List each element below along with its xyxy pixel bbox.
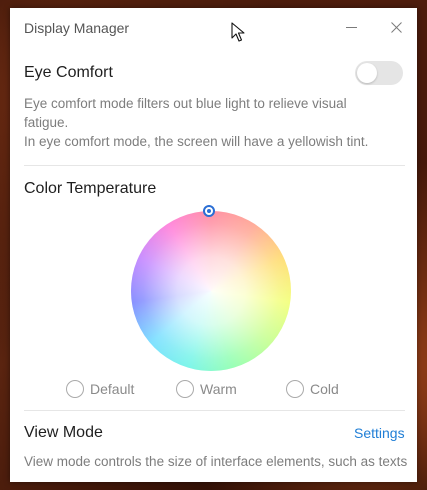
eye-comfort-header: Eye Comfort bbox=[24, 64, 405, 82]
radio-cold[interactable]: Cold bbox=[286, 380, 339, 398]
divider bbox=[24, 165, 405, 166]
view-mode-title: View Mode bbox=[24, 424, 103, 441]
color-temperature-header: Color Temperature bbox=[24, 180, 405, 198]
view-mode-header: View Mode bbox=[24, 424, 405, 442]
color-wheel-fade bbox=[131, 211, 291, 371]
radio-cold-label: Cold bbox=[310, 381, 339, 397]
color-temperature-title: Color Temperature bbox=[24, 180, 157, 197]
display-manager-window: Display Manager Eye Comfort Eye comfort … bbox=[10, 8, 417, 482]
close-icon bbox=[390, 21, 402, 33]
radio-warm[interactable]: Warm bbox=[176, 380, 237, 398]
radio-circle bbox=[66, 380, 84, 398]
window-title: Display Manager bbox=[24, 20, 130, 36]
view-mode-description-text: View mode controls the size of interface… bbox=[24, 454, 408, 469]
mouse-pointer-icon bbox=[231, 22, 245, 42]
radio-default-label: Default bbox=[90, 381, 135, 397]
radio-default[interactable]: Default bbox=[66, 380, 134, 398]
eye-comfort-description-line-1: Eye comfort mode filters out blue light … bbox=[24, 96, 347, 111]
eye-comfort-description: Eye comfort mode filters out blue light … bbox=[24, 94, 405, 151]
eye-comfort-toggle[interactable] bbox=[355, 61, 403, 85]
close-button[interactable] bbox=[381, 14, 411, 40]
radio-warm-label: Warm bbox=[200, 381, 237, 397]
minimize-icon bbox=[345, 26, 357, 28]
eye-comfort-description-line-2: fatigue. bbox=[24, 115, 69, 130]
eye-comfort-description-line-3: In eye comfort mode, the screen will hav… bbox=[24, 134, 369, 149]
view-mode-settings-link[interactable]: Settings bbox=[354, 425, 405, 441]
title-bar: Display Manager bbox=[10, 8, 417, 48]
toggle-knob bbox=[357, 63, 377, 83]
color-temperature-wheel[interactable] bbox=[131, 211, 291, 371]
minimize-button[interactable] bbox=[336, 14, 366, 40]
radio-circle bbox=[176, 380, 194, 398]
divider bbox=[24, 410, 405, 411]
color-picker-handle-icon[interactable] bbox=[203, 205, 215, 217]
radio-circle bbox=[286, 380, 304, 398]
view-mode-description: View mode controls the size of interface… bbox=[24, 452, 417, 471]
eye-comfort-title: Eye Comfort bbox=[24, 64, 113, 81]
